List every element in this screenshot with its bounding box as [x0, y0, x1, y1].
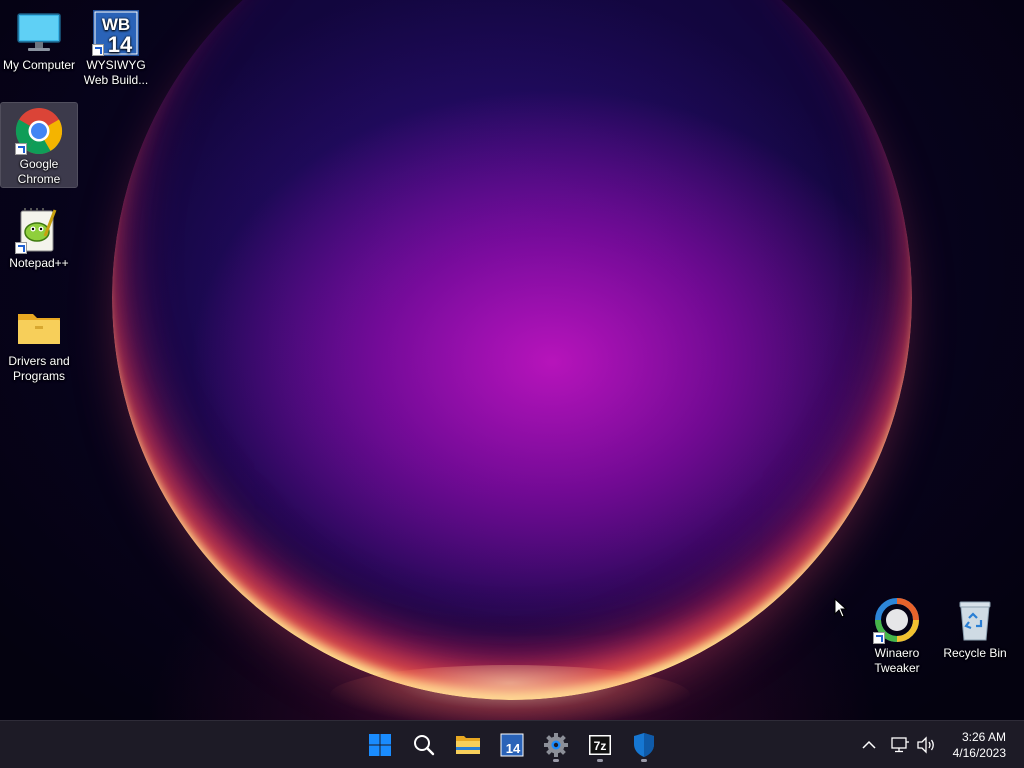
mouse-cursor — [834, 597, 848, 623]
shortcut-arrow-icon — [15, 143, 27, 155]
desktop-icon-label: Winaero Tweaker — [874, 646, 920, 675]
desktop-icon-label: Google Chrome — [17, 157, 61, 186]
taskbar: 14 7z 3:26 AM 4/16/2023 — [0, 720, 1024, 768]
volume-tray-button[interactable] — [914, 733, 938, 757]
desktop-icon-label: Notepad++ — [9, 256, 69, 270]
chevron-up-icon — [862, 740, 876, 749]
search-button[interactable] — [406, 727, 442, 763]
svg-text:14: 14 — [506, 741, 521, 756]
show-hidden-icons-button[interactable] — [858, 733, 880, 757]
wb14-icon: WB 14 — [92, 8, 140, 57]
desktop-icon-wysiwyg[interactable]: WB 14 WYSIWYG Web Build... — [78, 4, 154, 88]
desktop[interactable]: My Computer WB 14 WYSIWYG Web Build... G… — [0, 0, 1024, 720]
notepadpp-icon — [15, 206, 63, 254]
wb14-icon: 14 — [500, 733, 524, 757]
desktop-icon-label: WYSIWYG Web Build... — [83, 58, 149, 87]
shortcut-arrow-icon — [92, 44, 104, 56]
desktop-icon-recycle-bin[interactable]: Recycle Bin — [937, 592, 1013, 661]
desktop-icon-label: Recycle Bin — [943, 646, 1007, 660]
svg-text:7z: 7z — [594, 739, 607, 753]
7zip-icon: 7z — [589, 735, 611, 755]
folder-icon — [15, 304, 63, 352]
file-explorer-button[interactable] — [450, 727, 486, 763]
desktop-icon-notepadpp[interactable]: Notepad++ — [1, 202, 77, 271]
gear-icon — [544, 733, 568, 757]
wysiwyg-taskbar-button[interactable]: 14 — [494, 727, 530, 763]
desktop-icon-label: Drivers and Programs — [8, 354, 70, 383]
network-tray-button[interactable] — [888, 733, 912, 757]
desktop-icon-chrome[interactable]: Google Chrome — [0, 102, 78, 188]
desktop-icon-label: My Computer — [2, 58, 76, 72]
monitor-icon — [15, 8, 63, 56]
windows-logo-icon — [369, 734, 391, 756]
windows-security-taskbar-button[interactable] — [626, 727, 662, 763]
winaero-tweaker-icon — [873, 596, 921, 644]
wallpaper-orb — [112, 0, 912, 700]
start-button[interactable] — [362, 727, 398, 763]
shortcut-arrow-icon — [15, 242, 27, 254]
running-indicator — [597, 759, 603, 762]
wallpaper-glow — [330, 665, 690, 720]
search-icon — [414, 735, 435, 756]
volume-icon — [917, 736, 934, 754]
shortcut-arrow-icon — [873, 632, 885, 644]
desktop-icon-drivers-folder[interactable]: Drivers and Programs — [1, 300, 77, 384]
chrome-icon — [15, 107, 63, 155]
shield-icon — [634, 733, 654, 757]
clock-date: 4/16/2023 — [952, 746, 1006, 760]
clock[interactable]: 3:26 AM 4/16/2023 — [953, 729, 1006, 761]
network-icon — [891, 737, 909, 753]
folder-icon — [456, 736, 480, 754]
desktop-icon-winaero-tweaker[interactable]: Winaero Tweaker — [859, 592, 935, 676]
recycle-bin-icon — [951, 596, 999, 644]
running-indicator — [641, 759, 647, 762]
desktop-icon-my-computer[interactable]: My Computer — [1, 4, 77, 73]
settings-taskbar-button[interactable] — [538, 727, 574, 763]
wb-badge-number: 14 — [108, 32, 133, 56]
running-indicator — [553, 759, 559, 762]
7zip-taskbar-button[interactable]: 7z — [582, 727, 618, 763]
clock-time: 3:26 AM — [961, 730, 1006, 744]
